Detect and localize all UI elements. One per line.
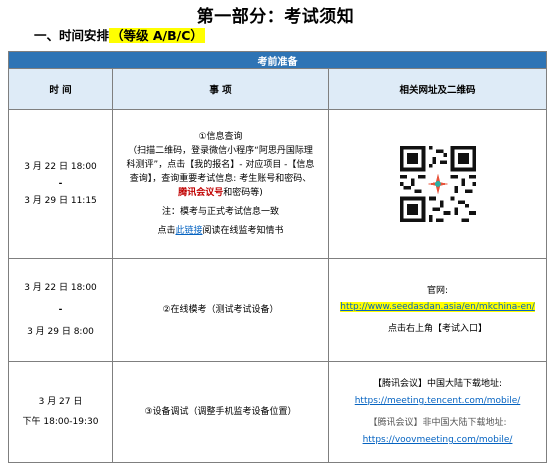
page-title: 第一部分：考试须知	[196, 7, 355, 27]
time-cell: 3 月 22 日 18:00 - 3 月 29 日 8:00	[8, 258, 113, 362]
item-title: ③设备调试（调整手机监考设备位置）	[144, 407, 297, 417]
qr-cell	[327, 109, 548, 259]
intl-download-label: 【腾讯会议】非中国大陆下载地址:	[368, 418, 507, 428]
cn-download-label: 【腾讯会议】中国大陆下载地址:	[372, 379, 503, 389]
time-separator: -	[58, 305, 63, 315]
official-site-link[interactable]: http://www.seedasdan.asia/en/mkchina-en/	[340, 302, 535, 312]
item-cell: ②在线模考（测试考试设备）	[112, 258, 329, 362]
time-cell: 3 月 22 日 18:00 - 3 月 29 日 11:15	[8, 109, 113, 259]
header-row: 时 间 事 项 相关网址及二维码	[8, 68, 548, 110]
voov-meeting-link[interactable]: https://voovmeeting.com/mobile/	[363, 435, 513, 445]
item-note: 注：模考与正式考试信息一致	[161, 207, 279, 217]
cn-link-line: https://meeting.tencent.com/mobile/	[332, 394, 543, 408]
links-cell: 官网: http://www.seedasdan.asia/en/mkchina…	[327, 258, 548, 362]
header-time: 时 间	[8, 68, 113, 110]
meeting-number-text: 腾讯会议号	[178, 188, 224, 198]
item-link-line: 点击此链接阅读在线监考知情书	[116, 224, 325, 238]
time-separator: -	[58, 179, 63, 189]
banner-row: 考前准备	[7, 51, 548, 69]
site-link-line: http://www.seedasdan.asia/en/mkchina-en/	[332, 300, 543, 314]
consent-link[interactable]: 此链接	[175, 226, 202, 236]
item-desc: （扫描二维码，登录微信小程序“阿思丹国际理	[128, 146, 313, 156]
banner-title: 考前准备	[7, 51, 548, 69]
time-date: 3 月 27 日	[38, 397, 83, 407]
item-cell: ①信息查询 （扫描二维码，登录微信小程序“阿思丹国际理 科测评”，点击【我的报名…	[112, 109, 329, 259]
item-title: ①信息查询	[198, 132, 243, 142]
links-cell: 【腾讯会议】中国大陆下载地址: https://meeting.tencent.…	[327, 361, 548, 463]
site-label: 官网:	[426, 286, 449, 296]
level-highlight: （等级 A/B/C）	[109, 28, 205, 43]
table-row: 3 月 27 日 下午 18:00-19:30 ③设备调试（调整手机监考设备位置…	[8, 361, 548, 463]
link-suffix: 阅读在线监考知情书	[202, 226, 284, 236]
table-row: 3 月 22 日 18:00 - 3 月 29 日 11:15 ①信息查询 （扫…	[8, 109, 548, 259]
time-cell: 3 月 27 日 下午 18:00-19:30	[8, 361, 113, 463]
table-row: 3 月 22 日 18:00 - 3 月 29 日 8:00 ②在线模考（测试考…	[8, 258, 548, 362]
header-links: 相关网址及二维码	[327, 68, 548, 110]
schedule-table: 考前准备 时 间 事 项 相关网址及二维码 3 月 22 日 18:00 - 3…	[7, 51, 548, 463]
item-desc-rest: 和密码等)	[223, 188, 263, 198]
time-range: 下午 18:00-19:30	[22, 417, 99, 427]
tencent-meeting-cn-link[interactable]: https://meeting.tencent.com/mobile/	[355, 396, 521, 406]
intl-link-line: https://voovmeeting.com/mobile/	[332, 433, 543, 447]
header-item: 事 项	[112, 68, 329, 110]
link-prefix: 点击	[157, 226, 176, 236]
item-cell: ③设备调试（调整手机监考设备位置）	[112, 361, 329, 463]
item-desc: 科测评”，点击【我的报名】- 对应项目 -【信息	[126, 160, 315, 170]
qr-code-icon	[399, 146, 476, 222]
item-title: ②在线模考（测试考试设备）	[162, 305, 279, 315]
item-desc: 查询】，查询重要考试信息: 考生账号和密码、	[129, 174, 312, 184]
time-start: 3 月 22 日 18:00	[24, 162, 97, 172]
time-end: 3 月 29 日 8:00	[27, 327, 94, 337]
item-desc: 腾讯会议号和密码等)	[116, 186, 325, 200]
time-end: 3 月 29 日 11:15	[24, 196, 97, 206]
site-hint: 点击右上角【考试入口】	[388, 324, 488, 334]
section-heading: 一、时间安排 （等级 A/B/C）	[34, 25, 205, 44]
section-prefix: 一、时间安排	[34, 28, 110, 43]
time-start: 3 月 22 日 18:00	[24, 283, 97, 293]
